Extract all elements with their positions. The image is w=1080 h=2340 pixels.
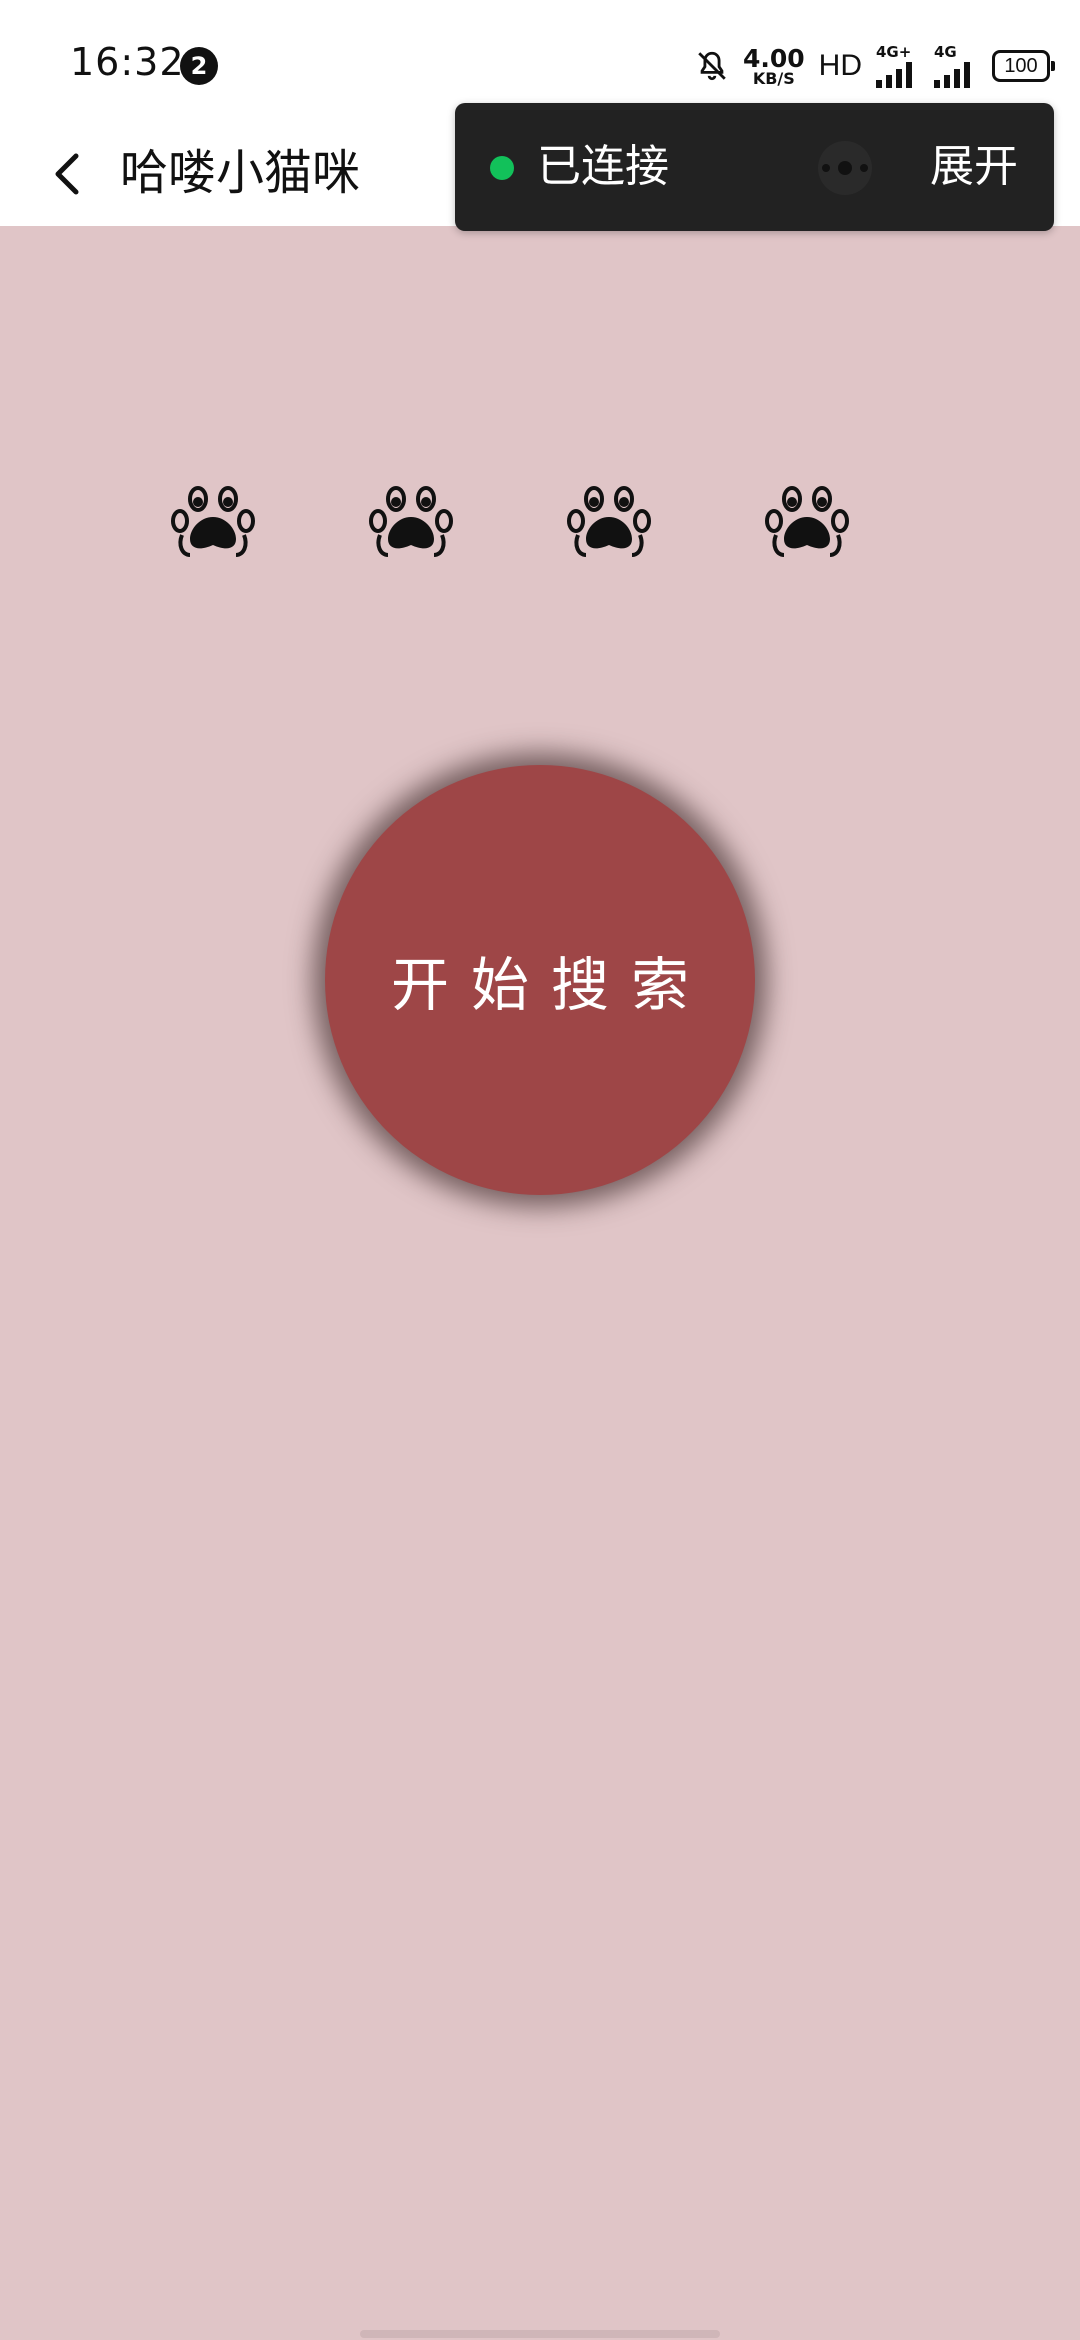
net-speed-unit: KB/S	[752, 68, 795, 88]
net-speed: 4.00 KB/S	[743, 46, 805, 87]
sim1-label: 4G+	[876, 42, 912, 61]
start-search-label: 开始搜索	[390, 951, 711, 1019]
connection-status: 已连接	[537, 141, 669, 192]
sim1-signal: 4G+	[876, 42, 920, 88]
sim2-signal: 4G	[934, 42, 978, 88]
more-button[interactable]	[800, 141, 890, 195]
connected-dot-icon	[490, 156, 514, 180]
page-title: 哈喽小猫咪	[120, 145, 361, 201]
status-icons: 4.00 KB/S HD 4G+ 4G 100	[695, 40, 1055, 92]
hd-label: HD	[818, 49, 862, 82]
paw-icon	[369, 486, 453, 557]
paw-icon	[567, 486, 651, 557]
signal-bars-icon	[876, 61, 912, 88]
expand-button[interactable]: 展开	[930, 103, 1018, 231]
chevron-left-icon	[55, 153, 79, 195]
notification-badge: 2	[180, 47, 218, 85]
signal-bars-icon	[934, 61, 970, 88]
home-indicator	[360, 2330, 720, 2338]
paw-icon	[171, 486, 255, 557]
battery-indicator: 100	[992, 50, 1055, 82]
status-time: 16:32	[70, 40, 185, 84]
status-bar: 16:32 2 4.00 KB/S HD 4G+ 4G 100	[0, 0, 1080, 120]
sim2-label: 4G	[934, 42, 957, 61]
back-button[interactable]	[30, 134, 110, 214]
start-search-button[interactable]: 开始搜索	[325, 765, 755, 1195]
more-dots-icon	[818, 141, 872, 195]
net-speed-value: 4.00	[742, 43, 805, 73]
connection-capsule: 已连接 展开	[455, 103, 1054, 231]
mute-bell-icon	[698, 51, 726, 81]
paw-icon	[765, 486, 849, 557]
